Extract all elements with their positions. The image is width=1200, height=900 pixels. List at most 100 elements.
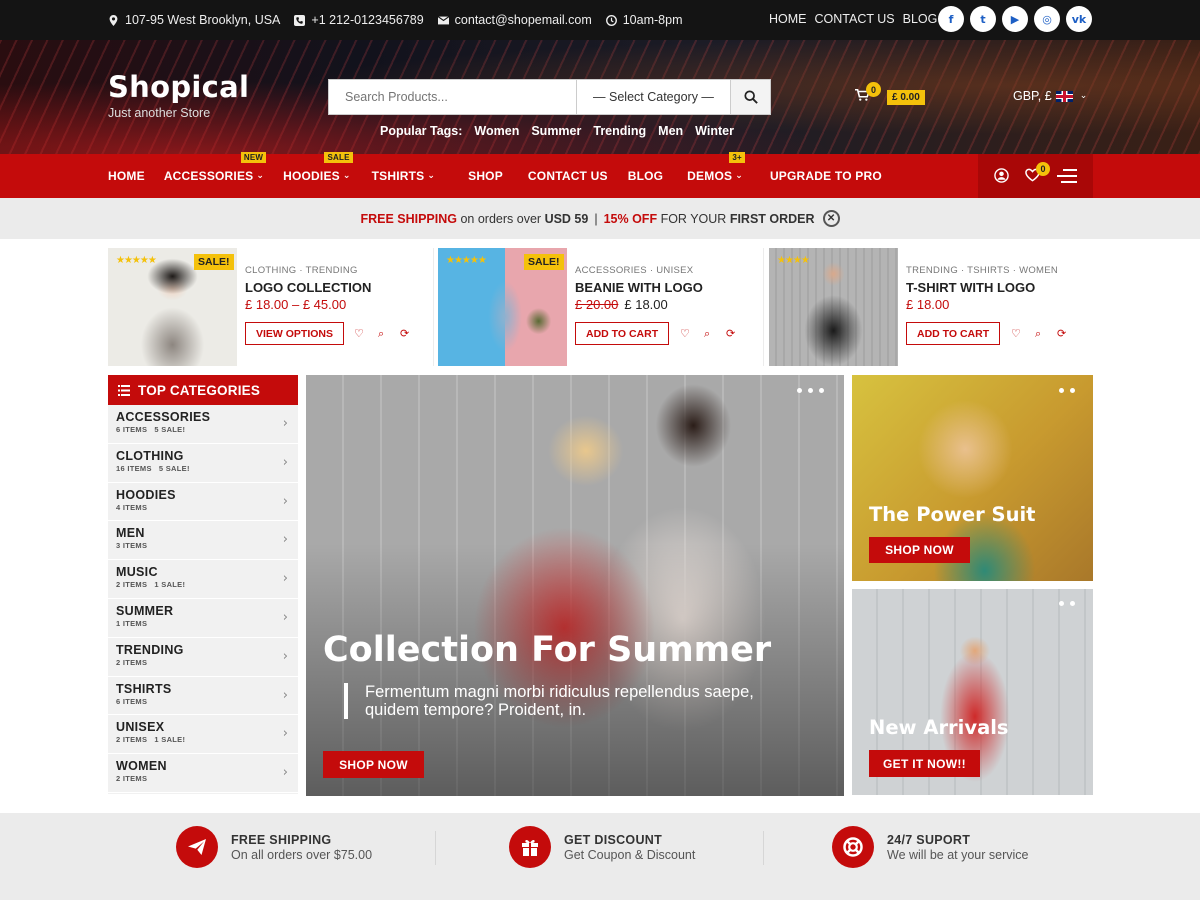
promo-banner-new-arrivals[interactable]: New Arrivals GET IT NOW!! — [852, 589, 1093, 795]
hours-item: 10am-8pm — [605, 13, 682, 27]
facebook-link[interactable]: f — [938, 6, 964, 32]
nav-item-demos[interactable]: DEMOS ⌄ 3+ — [687, 152, 745, 183]
product-title[interactable]: BEANIE WITH LOGO — [575, 280, 703, 295]
view-options-button[interactable]: VIEW OPTIONS — [245, 322, 345, 345]
category-item-unisex[interactable]: UNISEX 2 ITEMS 1 SALE! › — [108, 715, 298, 755]
category-name: WOMEN — [116, 759, 167, 774]
tag-link[interactable]: Trending — [593, 124, 646, 138]
nav-item-accessories[interactable]: ACCESSORIES ⌄ NEW — [164, 152, 267, 183]
tag-link[interactable]: Summer — [531, 124, 581, 138]
nav-item-label: SHOP — [468, 169, 503, 183]
category-name: ACCESSORIES — [116, 410, 211, 424]
product-image[interactable]: ★★★★★ SALE! — [438, 248, 567, 366]
youtube-link[interactable]: ▶ — [1002, 6, 1028, 32]
clock-icon — [605, 14, 617, 26]
vk-link[interactable]: vk — [1066, 6, 1092, 32]
top-link-home[interactable]: HOME — [769, 12, 807, 26]
product-title[interactable]: T-SHIRT WITH LOGO — [906, 280, 1035, 295]
currency-switcher[interactable]: GBP, £ ⌄ — [1013, 89, 1087, 103]
category-item-trending[interactable]: TRENDING 2 ITEMS › — [108, 638, 298, 677]
slider-dots[interactable] — [1059, 388, 1075, 393]
shop-now-button[interactable]: SHOP NOW — [869, 537, 970, 563]
top-link-contact[interactable]: CONTACT US — [815, 12, 895, 26]
logo-name[interactable]: Shopical — [108, 70, 249, 104]
sale-badge: SALE! — [194, 254, 234, 270]
rating-stars: ★★★★ — [777, 255, 810, 266]
category-select[interactable]: — Select Category — — [577, 80, 731, 114]
nav-item-label: HOME — [108, 169, 145, 183]
wishlist-heart-icon[interactable]: ♡ — [680, 327, 690, 340]
hero-slider[interactable]: Collection For Summer Fermentum magni mo… — [306, 375, 844, 796]
chevron-down-icon: ⌄ — [735, 171, 743, 181]
chevron-right-icon: › — [282, 765, 288, 781]
email-item[interactable]: contact@shopemail.com — [437, 13, 592, 27]
shop-now-button[interactable]: SHOP NOW — [323, 751, 424, 778]
add-to-cart-button[interactable]: ADD TO CART — [906, 322, 1001, 345]
tag-link[interactable]: Men — [658, 124, 683, 138]
category-meta: 3 ITEMS — [116, 541, 148, 551]
tag-link[interactable]: Winter — [695, 124, 734, 138]
nav-item-upgrade-to-pro[interactable]: UPGRADE TO PRO — [770, 169, 882, 183]
search-button[interactable] — [731, 80, 770, 114]
product-title[interactable]: LOGO COLLECTION — [245, 280, 371, 295]
quick-view-search-icon[interactable]: ⌕ — [704, 327, 710, 341]
product-image[interactable]: ★★★★ — [769, 248, 898, 366]
add-to-cart-button[interactable]: ADD TO CART — [575, 322, 670, 345]
top-link-blog[interactable]: BLOG — [903, 12, 938, 26]
nav-item-contact-us[interactable]: CONTACT US — [528, 169, 608, 183]
email-text[interactable]: contact@shopemail.com — [455, 13, 592, 27]
compare-refresh-icon[interactable]: ⟳ — [1057, 327, 1066, 340]
category-item-music[interactable]: MUSIC 2 ITEMS 1 SALE! › — [108, 560, 298, 599]
category-item-summer[interactable]: SUMMER 1 ITEMS › — [108, 599, 298, 638]
category-item-clothing[interactable]: CLOTHING 16 ITEMS 5 SALE! › — [108, 444, 298, 483]
compare-refresh-icon[interactable]: ⟳ — [726, 327, 735, 340]
nav-item-label: TSHIRTS — [371, 169, 425, 183]
twitter-link[interactable]: t — [970, 6, 996, 32]
nav-item-home[interactable]: HOME — [108, 169, 145, 183]
quick-view-search-icon[interactable]: ⌕ — [378, 327, 384, 341]
chevron-right-icon: › — [282, 493, 288, 509]
promo-text-for: FOR YOUR — [660, 211, 727, 226]
nav-item-blog[interactable]: BLOG — [628, 169, 663, 183]
hero-description: Fermentum magni morbi ridiculus repellen… — [344, 683, 784, 719]
get-it-now-button[interactable]: GET IT NOW!! — [869, 750, 980, 777]
site-logo[interactable]: Shopical Just another Store — [108, 70, 249, 120]
user-icon[interactable] — [994, 168, 1009, 183]
category-meta: 2 ITEMS — [116, 657, 148, 667]
wishlist-heart-icon[interactable]: ♡ — [1011, 327, 1021, 340]
nav-item-shop[interactable]: SHOP — [468, 169, 503, 183]
close-icon[interactable]: ✕ — [822, 210, 840, 227]
feature-title: GET DISCOUNT — [564, 832, 663, 847]
slider-dots[interactable] — [797, 388, 824, 393]
category-item-accessories[interactable]: ACCESSORIES 6 ITEMS 5 SALE! › — [108, 405, 298, 444]
nav-utility-box: 0 — [978, 154, 1093, 198]
slider-dots[interactable] — [1059, 601, 1075, 606]
promo-banner-power-suit[interactable]: The Power Suit SHOP NOW — [852, 375, 1093, 581]
compare-refresh-icon[interactable]: ⟳ — [400, 327, 409, 340]
hero-image — [306, 375, 844, 796]
mini-cart[interactable]: 0 £ 0.00 — [855, 82, 925, 107]
category-item-tshirts[interactable]: TSHIRTS 6 ITEMS › — [108, 677, 298, 716]
promo-first-order: FIRST ORDER — [729, 211, 815, 226]
list-icon — [118, 384, 130, 396]
category-item-hoodies[interactable]: HOODIES 4 ITEMS › — [108, 483, 298, 522]
category-item-women[interactable]: WOMEN 2 ITEMS › — [108, 754, 298, 793]
nav-item-label: DEMOS — [687, 169, 733, 183]
search-input[interactable] — [329, 80, 577, 114]
quick-view-search-icon[interactable]: ⌕ — [1035, 327, 1041, 341]
nav-item-label: HOODIES — [283, 169, 340, 183]
tag-link[interactable]: Women — [474, 124, 519, 138]
phone-text[interactable]: +1 212-0123456789 — [311, 13, 423, 27]
chevron-right-icon: › — [282, 416, 288, 431]
wishlist-heart-icon[interactable]: ♡ — [354, 327, 364, 340]
nav-item-hoodies[interactable]: HOODIES ⌄ SALE — [283, 152, 353, 183]
instagram-link[interactable]: ◎ — [1034, 6, 1060, 32]
wishlist-count-badge: 0 — [1036, 162, 1050, 176]
category-item-men[interactable]: MEN 3 ITEMS › — [108, 521, 298, 561]
nav-item-tshirts[interactable]: TSHIRTS ⌄ — [372, 169, 435, 183]
phone-item[interactable]: +1 212-0123456789 — [294, 13, 424, 27]
menu-toggle-icon[interactable] — [1057, 169, 1077, 187]
product-card: ★★★★ TRENDING · TSHIRTS · WOMEN T-SHIRT … — [769, 248, 1087, 366]
social-links: f t ▶ ◎ vk — [938, 6, 1092, 32]
product-image[interactable]: ★★★★★ SALE! — [108, 248, 237, 366]
